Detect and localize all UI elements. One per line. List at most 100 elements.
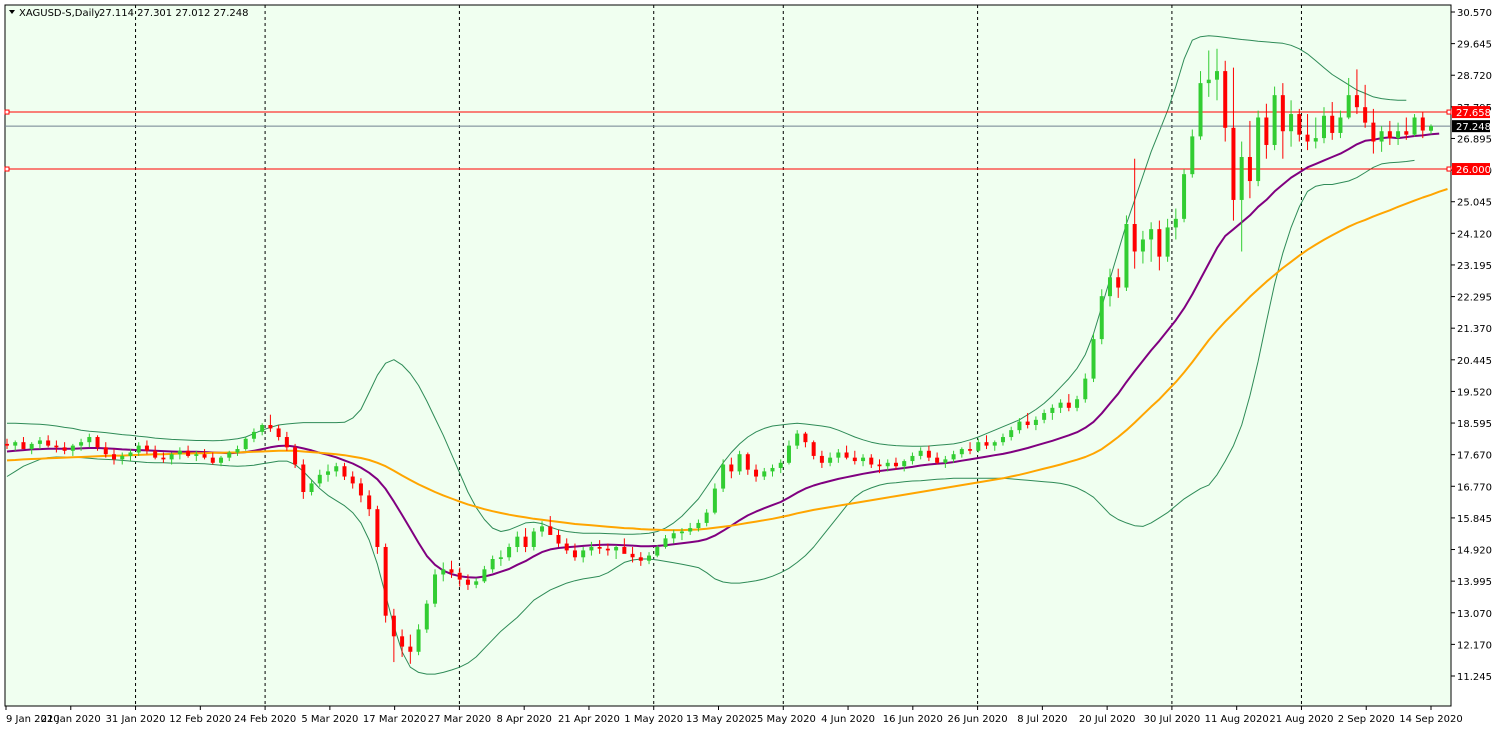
candle-body: [153, 450, 158, 458]
candle-body: [367, 495, 372, 510]
candle-body: [1346, 95, 1351, 118]
candle-body: [1099, 296, 1104, 340]
x-tick-label: 30 Jul 2020: [1144, 714, 1201, 725]
candle-body: [1058, 402, 1063, 408]
candle-body: [655, 546, 660, 556]
candle-body: [243, 438, 248, 450]
y-tick-label: 19.520: [1457, 387, 1492, 398]
y-tick-label: 17.670: [1457, 451, 1492, 462]
candle-body: [1321, 115, 1326, 139]
candle-body: [926, 450, 931, 458]
candle-body: [1338, 117, 1343, 133]
candle-body: [144, 445, 149, 451]
candle-body: [630, 553, 635, 558]
candle-body: [515, 536, 520, 547]
candle-body: [416, 629, 421, 652]
y-tick-label: 13.070: [1457, 609, 1492, 620]
candle-body: [251, 431, 256, 439]
candle-body: [136, 445, 141, 453]
candle-body: [1354, 95, 1359, 108]
candle-body: [70, 445, 75, 451]
candle-body: [1198, 83, 1203, 137]
x-tick-label: 21 Jan 2020: [41, 714, 101, 725]
x-tick-label: 21 Apr 2020: [558, 714, 620, 725]
candle-body: [893, 462, 898, 467]
candle-body: [161, 457, 166, 460]
candle-body: [564, 543, 569, 551]
candle-body: [1132, 223, 1137, 252]
candle-body: [819, 455, 824, 463]
candle-body: [861, 457, 866, 462]
candle-body: [309, 483, 314, 493]
candle-body: [177, 450, 182, 455]
candle-body: [95, 437, 100, 448]
candle-body: [1091, 339, 1096, 379]
symbol-label: XAGUSD-S,Daily: [19, 8, 100, 19]
x-tick-label: 1 May 2020: [624, 714, 683, 725]
candle-body: [1033, 419, 1038, 426]
candle-body: [1396, 131, 1401, 139]
candle-body: [186, 450, 191, 456]
candle-body: [219, 457, 224, 463]
candle-body: [836, 452, 841, 458]
candle-body: [21, 442, 26, 450]
candle-body: [968, 449, 973, 451]
candle-body: [1387, 131, 1392, 139]
candle-body: [1223, 71, 1228, 128]
price-chart[interactable]: 30.57029.64528.72027.79526.89525.97025.0…: [0, 0, 1493, 731]
level-handle: [4, 166, 10, 172]
x-tick-label: 8 Apr 2020: [496, 714, 551, 725]
candle-body: [1000, 437, 1005, 443]
candle-body: [1256, 117, 1261, 182]
candle-body: [1116, 277, 1121, 288]
x-tick-label: 25 May 2020: [751, 714, 816, 725]
candle-body: [556, 534, 561, 544]
candle-body: [260, 425, 265, 432]
candle-body: [638, 557, 643, 561]
candle-body: [276, 428, 281, 438]
candle-body: [548, 526, 553, 535]
chart-window[interactable]: 30.57029.64528.72027.79526.89525.97025.0…: [0, 0, 1493, 731]
candle-body: [1412, 117, 1417, 135]
candle-body: [679, 531, 684, 534]
x-tick-label: 27 Mar 2020: [428, 714, 491, 725]
candle-body: [1247, 156, 1252, 182]
candle-body: [441, 569, 446, 575]
x-tick-label: 17 Mar 2020: [363, 714, 426, 725]
candle-body: [581, 550, 586, 558]
candle-body: [37, 440, 42, 444]
candle-body: [1289, 114, 1294, 132]
candle-body: [976, 442, 981, 451]
candle-body: [326, 471, 331, 475]
candle-body: [935, 457, 940, 463]
candle-body: [778, 462, 783, 468]
candle-body: [13, 442, 18, 446]
candle-body: [844, 452, 849, 458]
candle-body: [1379, 131, 1384, 142]
plot-area[interactable]: [4, 4, 1452, 707]
candle-body: [46, 440, 51, 446]
candle-body: [762, 471, 767, 477]
candle-body: [87, 437, 92, 443]
candle-body: [1149, 229, 1154, 240]
candle-body: [1313, 138, 1318, 142]
level-handle: [1446, 166, 1452, 172]
candle-body: [614, 546, 619, 551]
y-tick-label: 12.170: [1457, 640, 1492, 651]
level-handle: [4, 109, 10, 115]
candle-body: [54, 445, 59, 448]
candle-body: [1305, 134, 1310, 142]
y-tick-label: 26.895: [1457, 134, 1492, 145]
candle-body: [795, 433, 800, 446]
y-tick-label: 25.045: [1457, 198, 1492, 209]
candle-body: [120, 455, 125, 460]
x-tick-label: 16 Jun 2020: [883, 714, 943, 725]
candle-body: [745, 454, 750, 470]
candle-body: [391, 615, 396, 637]
candle-body: [572, 550, 577, 558]
x-tick-label: 31 Jan 2020: [106, 714, 166, 725]
candle-body: [1025, 421, 1030, 426]
y-tick-label: 11.245: [1457, 672, 1492, 683]
candle-body: [62, 447, 67, 451]
candle-body: [1017, 421, 1022, 431]
